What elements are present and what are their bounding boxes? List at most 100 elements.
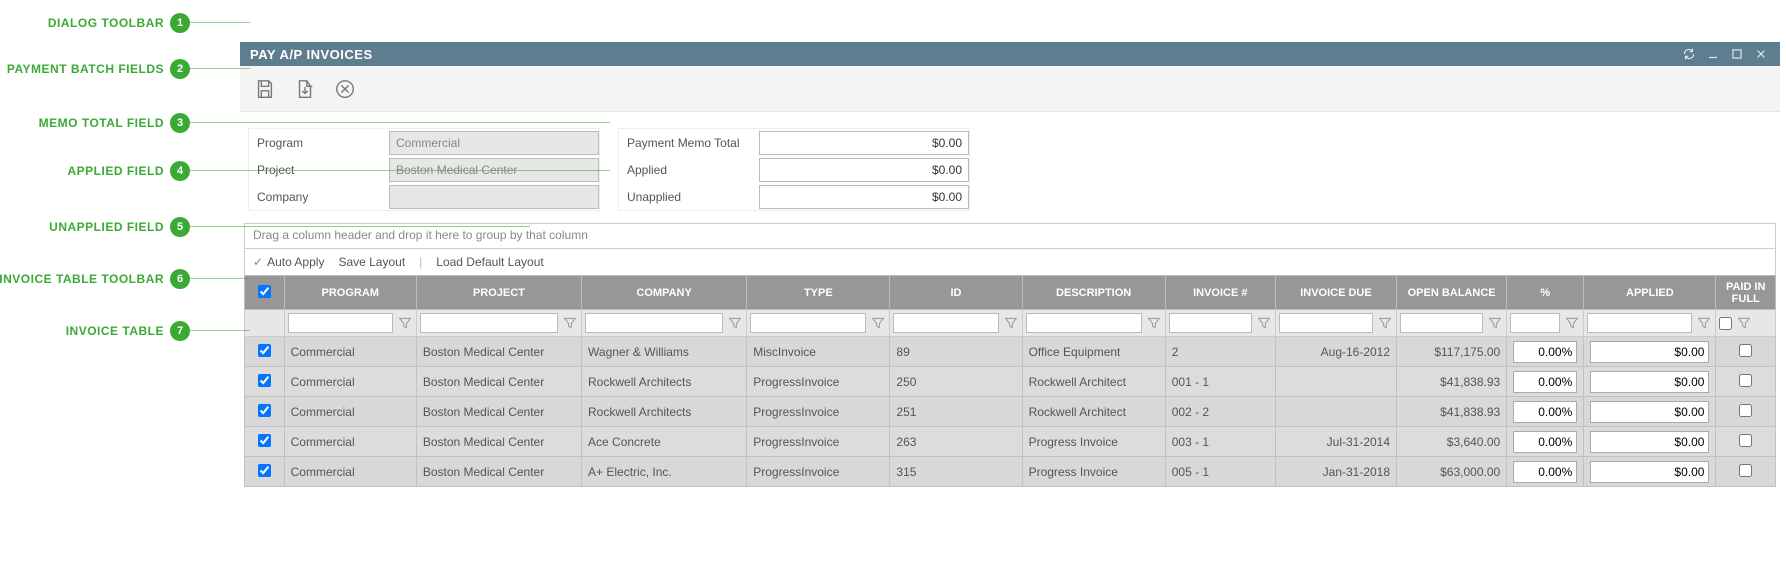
save-layout-button[interactable]: Save Layout <box>338 255 405 269</box>
cell-description: Progress Invoice <box>1022 427 1165 457</box>
cell-type: ProgressInvoice <box>747 457 890 487</box>
applied-input[interactable] <box>1590 341 1709 363</box>
filter-icon[interactable] <box>1487 315 1503 331</box>
percent-input[interactable] <box>1513 371 1577 393</box>
filter-icon[interactable] <box>1696 315 1712 331</box>
table-row[interactable]: CommercialBoston Medical CenterRockwell … <box>245 397 1776 427</box>
auto-apply-button[interactable]: Auto Apply <box>253 255 324 269</box>
applied-input[interactable] <box>1590 461 1709 483</box>
filter-program[interactable] <box>288 313 393 333</box>
filter-icon[interactable] <box>1003 315 1019 331</box>
filter-icon[interactable] <box>397 315 413 331</box>
unapplied-field[interactable] <box>759 185 969 209</box>
col-program[interactable]: PROGRAM <box>284 276 416 310</box>
filter-icon[interactable] <box>870 315 886 331</box>
filter-company[interactable] <box>585 313 723 333</box>
col-check[interactable] <box>245 276 285 310</box>
filter-icon[interactable] <box>727 315 743 331</box>
percent-input[interactable] <box>1513 431 1577 453</box>
filter-invoice-no[interactable] <box>1169 313 1252 333</box>
percent-input[interactable] <box>1513 401 1577 423</box>
maximize-icon[interactable] <box>1728 45 1746 63</box>
memo-total-label: Payment Memo Total <box>619 136 759 150</box>
filter-project[interactable] <box>420 313 558 333</box>
filter-percent[interactable] <box>1510 313 1560 333</box>
row-checkbox[interactable] <box>258 404 271 417</box>
callout-label: APPLIED FIELD <box>67 164 164 178</box>
row-checkbox[interactable] <box>258 344 271 357</box>
percent-input[interactable] <box>1513 341 1577 363</box>
col-invoice-no[interactable]: INVOICE # <box>1165 276 1275 310</box>
row-checkbox[interactable] <box>258 464 271 477</box>
totals-fields: Payment Memo Total Applied Unapplied <box>618 128 970 211</box>
filter-applied[interactable] <box>1587 313 1692 333</box>
applied-input[interactable] <box>1590 431 1709 453</box>
filter-row <box>245 310 1776 337</box>
filter-icon[interactable] <box>1564 315 1580 331</box>
col-invoice-due[interactable]: INVOICE DUE <box>1275 276 1396 310</box>
filter-invoice-due[interactable] <box>1279 313 1373 333</box>
filter-paid-checkbox[interactable] <box>1719 317 1732 330</box>
paid-checkbox[interactable] <box>1739 404 1752 417</box>
paid-checkbox[interactable] <box>1739 344 1752 357</box>
company-field[interactable] <box>389 185 599 209</box>
col-applied[interactable]: APPLIED <box>1584 276 1716 310</box>
pay-invoices-dialog: PAY A/P INVOICES Program Project Company <box>240 42 1780 487</box>
program-label: Program <box>249 136 389 150</box>
invoice-grid-wrap: Drag a column header and drop it here to… <box>244 223 1776 487</box>
filter-icon[interactable] <box>1146 315 1162 331</box>
filter-open-balance[interactable] <box>1400 313 1483 333</box>
cell-program: Commercial <box>284 397 416 427</box>
applied-input[interactable] <box>1590 371 1709 393</box>
cancel-icon[interactable] <box>330 74 360 104</box>
table-row[interactable]: CommercialBoston Medical CenterWagner & … <box>245 337 1776 367</box>
filter-icon[interactable] <box>1736 315 1752 331</box>
select-all-checkbox[interactable] <box>258 285 271 298</box>
col-open-balance[interactable]: OPEN BALANCE <box>1397 276 1507 310</box>
col-description[interactable]: DESCRIPTION <box>1022 276 1165 310</box>
paid-checkbox[interactable] <box>1739 374 1752 387</box>
export-icon[interactable] <box>290 74 320 104</box>
callout-badge: 7 <box>170 321 190 341</box>
row-checkbox[interactable] <box>258 374 271 387</box>
col-percent[interactable]: % <box>1507 276 1584 310</box>
table-row[interactable]: CommercialBoston Medical CenterA+ Electr… <box>245 457 1776 487</box>
dialog-titlebar: PAY A/P INVOICES <box>240 42 1780 66</box>
filter-id[interactable] <box>893 313 998 333</box>
paid-checkbox[interactable] <box>1739 434 1752 447</box>
filter-type[interactable] <box>750 313 866 333</box>
paid-checkbox[interactable] <box>1739 464 1752 477</box>
filter-description[interactable] <box>1026 313 1142 333</box>
col-type[interactable]: TYPE <box>747 276 890 310</box>
row-checkbox[interactable] <box>258 434 271 447</box>
cell-type: ProgressInvoice <box>747 397 890 427</box>
filter-icon[interactable] <box>1256 315 1272 331</box>
cell-type: ProgressInvoice <box>747 367 890 397</box>
applied-input[interactable] <box>1590 401 1709 423</box>
dialog-title: PAY A/P INVOICES <box>250 47 373 62</box>
col-paid-in-full[interactable]: PAID IN FULL <box>1716 276 1776 310</box>
col-id[interactable]: ID <box>890 276 1022 310</box>
cell-invoice-no: 2 <box>1165 337 1275 367</box>
applied-label: Applied <box>619 163 759 177</box>
filter-icon[interactable] <box>1377 315 1393 331</box>
table-row[interactable]: CommercialBoston Medical CenterAce Concr… <box>245 427 1776 457</box>
cell-company: Rockwell Architects <box>582 367 747 397</box>
cell-project: Boston Medical Center <box>416 427 581 457</box>
load-default-layout-button[interactable]: Load Default Layout <box>436 255 543 269</box>
cell-id: 315 <box>890 457 1022 487</box>
applied-field[interactable] <box>759 158 969 182</box>
table-row[interactable]: CommercialBoston Medical CenterRockwell … <box>245 367 1776 397</box>
close-icon[interactable] <box>1752 45 1770 63</box>
program-field[interactable] <box>389 131 599 155</box>
minimize-icon[interactable] <box>1704 45 1722 63</box>
save-icon[interactable] <box>250 74 280 104</box>
cell-invoice-due: Jan-31-2018 <box>1275 457 1396 487</box>
filter-icon[interactable] <box>562 315 578 331</box>
col-project[interactable]: PROJECT <box>416 276 581 310</box>
percent-input[interactable] <box>1513 461 1577 483</box>
callout-badge: 4 <box>170 161 190 181</box>
col-company[interactable]: COMPANY <box>582 276 747 310</box>
refresh-icon[interactable] <box>1680 45 1698 63</box>
memo-total-field[interactable] <box>759 131 969 155</box>
